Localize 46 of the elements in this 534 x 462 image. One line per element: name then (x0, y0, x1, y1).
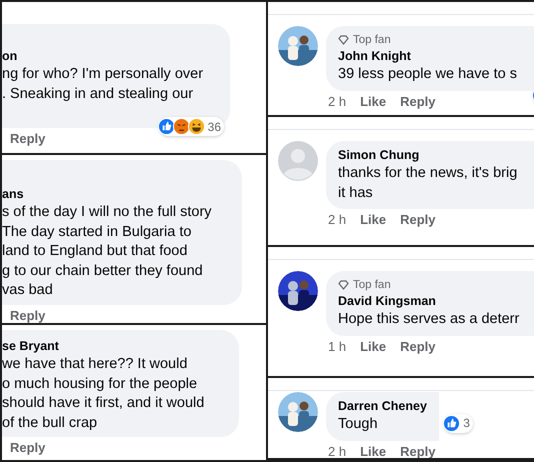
comment-time: 1 h (328, 338, 346, 354)
comment-line: thanks for the news, it's brig (338, 164, 518, 183)
comment-line: . Sneaking in and stealing our (2, 84, 194, 104)
author-name[interactable]: ans (2, 186, 230, 203)
author-name[interactable]: John Knight (338, 48, 534, 65)
reaction-count: 3 (463, 416, 470, 430)
author-name[interactable]: on (2, 48, 218, 65)
author-name[interactable]: David Kingsman (338, 293, 534, 310)
comment-line: vas bad (2, 281, 54, 300)
reaction-count: 36 (208, 120, 221, 134)
comment-line: it has (338, 184, 374, 202)
comment-line: ng for who? I'm personally over (2, 65, 204, 84)
author-name[interactable]: Darren Cheney (338, 398, 427, 415)
reply-link[interactable]: Reply (400, 338, 436, 354)
comment-line: o much housing for the people (2, 374, 198, 394)
like-link[interactable]: Like (360, 212, 386, 227)
diamond-icon (338, 280, 349, 290)
comment-line: 39 less people we have to s (338, 65, 518, 84)
diamond-icon (338, 35, 349, 45)
comment-line: Hope this serves as a deterr (338, 310, 520, 329)
comment-time: 2 h (328, 444, 346, 458)
comment-line: we have that here?? It would (2, 355, 188, 374)
like-link[interactable]: Like (360, 444, 386, 458)
reaction-pill[interactable]: 36 (158, 117, 224, 136)
like-link[interactable]: Like (360, 94, 386, 108)
author-name[interactable]: se Bryant (2, 338, 227, 355)
reply-link[interactable]: Reply (10, 131, 46, 146)
reply-link[interactable]: Reply (400, 212, 436, 227)
comment-line: of the bull crap (2, 414, 98, 432)
reply-link[interactable]: Reply (400, 94, 436, 108)
comment-line: should have it first, and it would (2, 394, 206, 413)
comment-time: 2 h (328, 212, 346, 227)
like-link[interactable]: Like (360, 338, 386, 354)
comment-time: 2 h (328, 94, 346, 108)
badge-label: Top fan (353, 33, 391, 48)
comment-line: g to our chain better they found (2, 262, 204, 280)
reply-link[interactable]: Reply (10, 440, 46, 455)
badge-label: Top fan (353, 278, 391, 293)
reaction-pill[interactable]: 3 (444, 414, 473, 432)
comment-line: land to England but that food (2, 242, 188, 261)
comment-line: s of the day I will no the full story (2, 203, 213, 222)
comment-line: The day started in Bulgaria to (2, 222, 192, 242)
comment-line: Tough (338, 415, 379, 434)
author-name[interactable]: Simon Chung (338, 147, 534, 164)
reply-link[interactable]: Reply (400, 444, 436, 458)
reply-link[interactable]: Reply (10, 308, 46, 322)
